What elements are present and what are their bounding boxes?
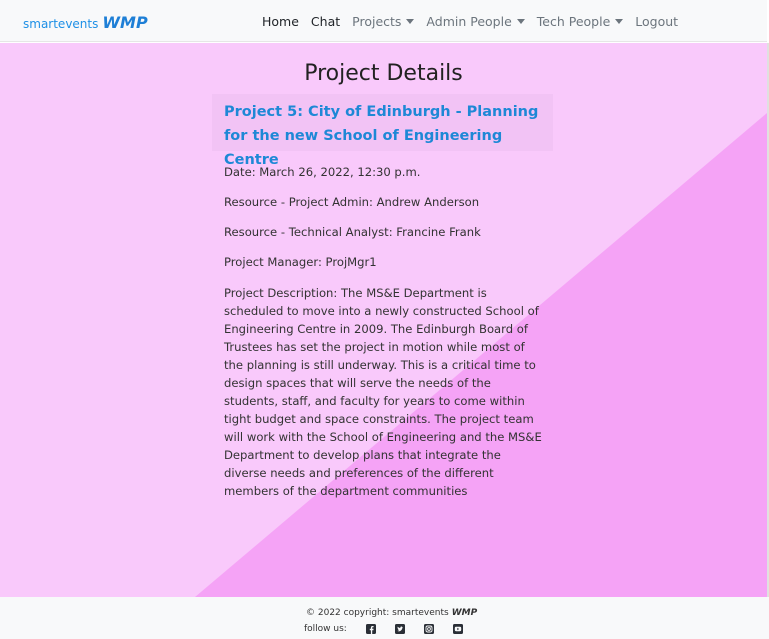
nav-projects-dropdown[interactable]: Projects	[352, 14, 415, 29]
nav-logout[interactable]: Logout	[635, 14, 678, 29]
brand-logo[interactable]: smartevents WMP	[23, 13, 148, 32]
instagram-icon[interactable]	[423, 624, 434, 634]
project-admin: Resource - Project Admin: Andrew Anderso…	[224, 195, 480, 209]
project-title-box: Project 5: City of Edinburgh - Planning …	[212, 94, 553, 168]
chevron-down-icon	[615, 19, 624, 24]
project-date: Date: March 26, 2022, 12:30 p.m.	[224, 165, 421, 179]
page-title: Project Details	[304, 61, 463, 86]
follow-us: follow us:	[304, 624, 463, 634]
navbar: smartevents WMP Home Chat Projects Admin…	[0, 0, 767, 42]
copyright-mark: WMP	[451, 608, 478, 618]
brand-text: smartevents	[23, 17, 99, 31]
chevron-down-icon	[406, 19, 415, 24]
nav-home[interactable]: Home	[262, 14, 299, 29]
youtube-icon[interactable]	[452, 624, 463, 634]
facebook-icon[interactable]	[365, 624, 376, 634]
nav-tech-people-dropdown[interactable]: Tech People	[537, 14, 624, 29]
footer: © 2022 copyright: smartevents WMP follow…	[0, 597, 769, 639]
copyright: © 2022 copyright: smartevents WMP	[306, 608, 477, 618]
project-description: Project Description: The MS&E Department…	[224, 286, 542, 498]
twitter-icon[interactable]	[394, 624, 405, 634]
nav-chat[interactable]: Chat	[311, 14, 340, 29]
follow-label: follow us:	[304, 624, 347, 634]
chevron-down-icon	[516, 19, 525, 24]
project-title: Project 5: City of Edinburgh - Planning …	[224, 104, 539, 168]
main-nav: Home Chat Projects Admin People Tech Peo…	[262, 14, 690, 29]
brand-mark: WMP	[102, 13, 148, 32]
main-content: Project Details Project 5: City of Edinb…	[0, 43, 767, 597]
project-manager: Project Manager: ProjMgr1	[224, 255, 377, 269]
technical-analyst: Resource - Technical Analyst: Francine F…	[224, 225, 481, 239]
nav-admin-people-dropdown[interactable]: Admin People	[426, 14, 525, 29]
copyright-text: © 2022 copyright: smartevents	[306, 608, 449, 618]
